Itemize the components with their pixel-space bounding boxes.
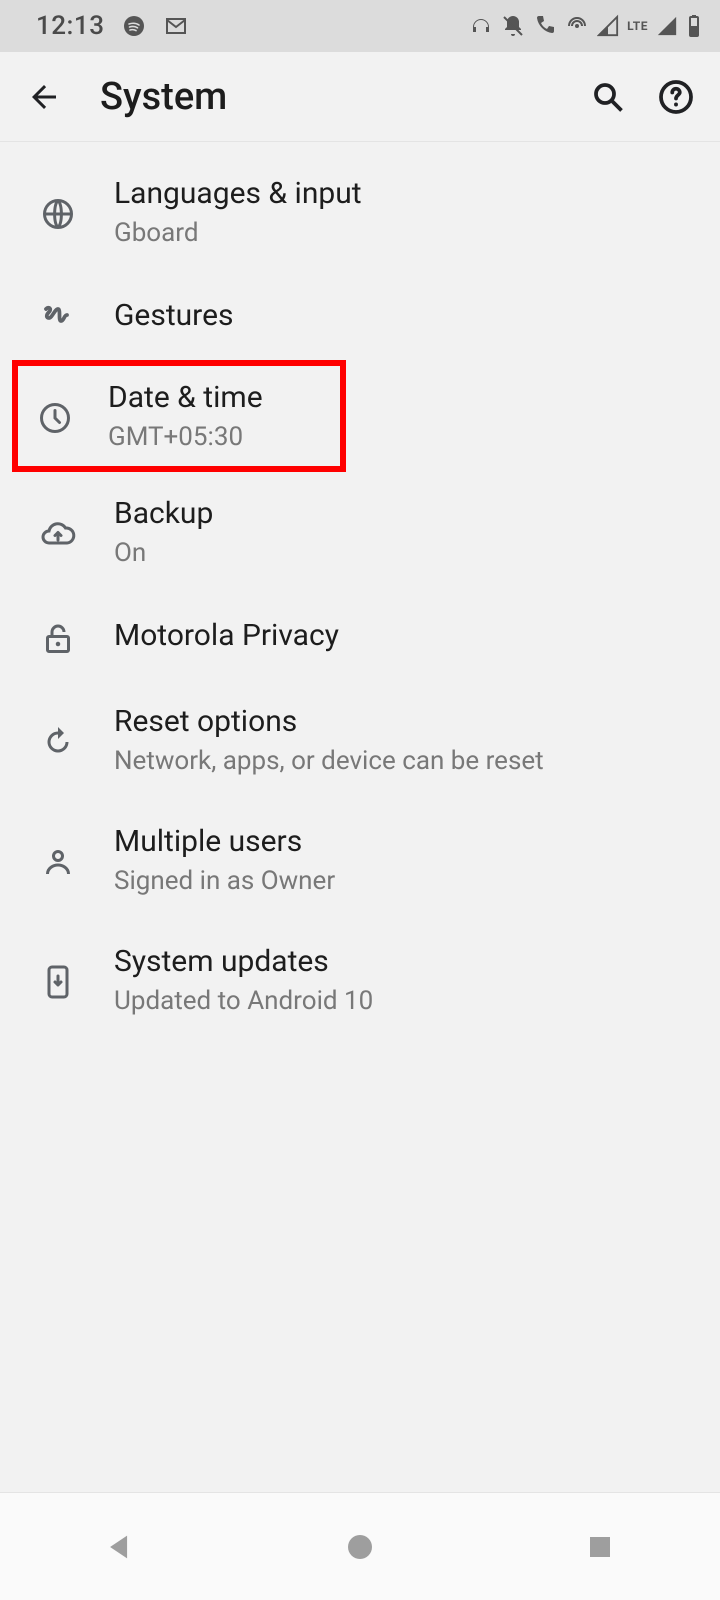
lte-label: LTE [627, 19, 648, 33]
setting-title: System updates [114, 944, 700, 980]
reset-icon [40, 724, 76, 760]
setting-title: Backup [114, 496, 700, 532]
search-icon [590, 79, 626, 115]
back-button[interactable] [20, 73, 68, 121]
page-title: System [100, 75, 584, 119]
setting-system-updates[interactable]: System updates Updated to Android 10 [0, 920, 720, 1040]
circle-home-icon [344, 1531, 376, 1563]
person-icon [40, 844, 76, 880]
setting-title: Languages & input [114, 176, 700, 212]
triangle-back-icon [103, 1530, 137, 1564]
gesture-icon [40, 300, 76, 336]
signal-2-icon [656, 14, 678, 38]
settings-list: Languages & input Gboard Gestures Date &… [0, 142, 720, 1040]
setting-title: Motorola Privacy [114, 618, 700, 654]
setting-motorola-privacy[interactable]: Motorola Privacy [0, 592, 720, 680]
app-bar: System [0, 52, 720, 142]
headphones-icon [469, 14, 493, 38]
setting-sub: GMT+05:30 [108, 422, 340, 452]
clock-icon [37, 400, 73, 436]
setting-title: Reset options [114, 704, 700, 740]
nav-recent-button[interactable] [576, 1523, 624, 1571]
setting-backup[interactable]: Backup On [0, 472, 720, 592]
square-recent-icon [585, 1532, 615, 1562]
gmail-icon [164, 14, 188, 38]
spotify-icon [122, 14, 146, 38]
nav-home-button[interactable] [336, 1523, 384, 1571]
highlight-date-time: Date & time GMT+05:30 [12, 360, 346, 472]
setting-date-time[interactable]: Date & time GMT+05:30 [20, 380, 340, 452]
battery-icon [686, 14, 702, 38]
arrow-back-icon [26, 79, 62, 115]
setting-title: Date & time [108, 380, 340, 416]
status-clock: 12:13 [36, 11, 104, 41]
globe-icon [40, 196, 76, 232]
setting-gestures[interactable]: Gestures [0, 272, 720, 360]
dnd-off-icon [501, 14, 525, 38]
system-update-icon [40, 964, 76, 1000]
setting-sub: Gboard [114, 218, 700, 248]
setting-title: Gestures [114, 298, 700, 334]
hotspot-icon [565, 14, 589, 38]
status-bar: 12:13 LTE [0, 0, 720, 52]
signal-1-icon [597, 14, 619, 38]
setting-sub: On [114, 538, 700, 568]
help-button[interactable] [652, 73, 700, 121]
setting-title: Multiple users [114, 824, 700, 860]
navigation-bar [0, 1492, 720, 1600]
setting-reset-options[interactable]: Reset options Network, apps, or device c… [0, 680, 720, 800]
nav-back-button[interactable] [96, 1523, 144, 1571]
unlock-icon [40, 620, 76, 656]
cloud-upload-icon [40, 516, 76, 552]
setting-sub: Signed in as Owner [114, 866, 700, 896]
setting-languages-input[interactable]: Languages & input Gboard [0, 152, 720, 272]
search-button[interactable] [584, 73, 632, 121]
setting-multiple-users[interactable]: Multiple users Signed in as Owner [0, 800, 720, 920]
volte-call-icon [533, 14, 557, 38]
setting-sub: Network, apps, or device can be reset [114, 746, 700, 776]
help-icon [658, 79, 694, 115]
setting-sub: Updated to Android 10 [114, 986, 700, 1016]
